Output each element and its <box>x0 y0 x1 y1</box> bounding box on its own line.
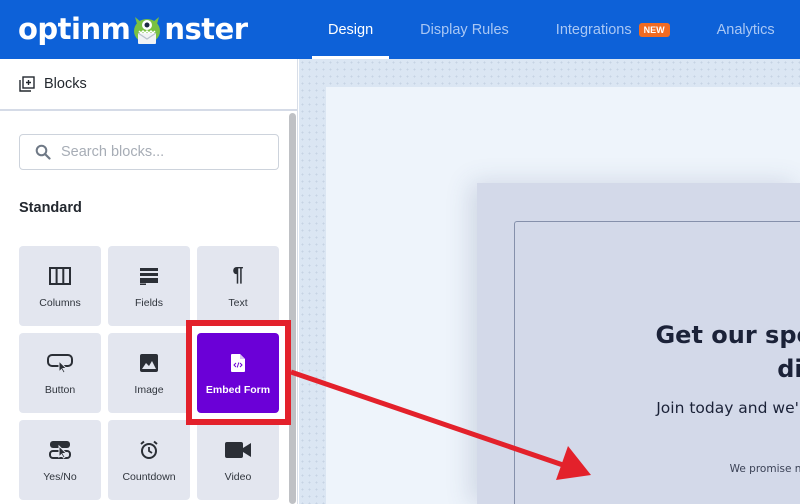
block-video[interactable]: Video <box>197 420 279 500</box>
subtext-line: Join today and we'll send y <box>656 399 800 417</box>
block-text[interactable]: ¶ Text <box>197 246 279 326</box>
tab-analytics[interactable]: Analytics <box>701 0 791 59</box>
block-countdown[interactable]: Countdown <box>108 420 190 500</box>
annotation-highlight-box <box>186 320 291 425</box>
sidebar-scrollbar[interactable] <box>289 113 296 504</box>
monster-mascot-icon <box>131 14 163 44</box>
block-yes-no[interactable]: Yes/No <box>19 420 101 500</box>
search-icon <box>35 144 51 160</box>
block-label: Text <box>228 296 248 309</box>
block-label: Fields <box>134 296 163 309</box>
block-image[interactable]: Image <box>108 333 190 413</box>
logo-text-start: optinm <box>18 12 131 46</box>
popup-fine-print[interactable]: We promise not to use you <box>600 463 800 475</box>
columns-icon <box>49 264 71 288</box>
tab-display-rules[interactable]: Display Rules <box>404 0 525 59</box>
optinmonster-logo[interactable]: optinm nster <box>18 12 248 46</box>
tab-label: Design <box>328 21 374 38</box>
blocks-sidebar: Blocks Standard Columns Fields ¶ Text Bu… <box>0 59 298 504</box>
section-title-standard: Standard <box>19 200 82 216</box>
alarm-clock-icon <box>139 438 159 462</box>
block-label: Button <box>44 383 76 396</box>
logo-text-end: nster <box>164 12 248 46</box>
block-label: Image <box>134 383 164 396</box>
yes-no-icon <box>49 438 71 462</box>
image-icon <box>140 351 158 375</box>
main-tabs: Design Display Rules Integrations NEW Ana… <box>312 0 791 59</box>
block-label: Yes/No <box>43 470 77 483</box>
new-badge: NEW <box>638 22 670 37</box>
video-camera-icon <box>225 438 251 462</box>
headline-line: Get our special o <box>655 321 800 349</box>
block-button[interactable]: Button <box>19 333 101 413</box>
search-blocks-input[interactable] <box>61 144 261 160</box>
pilcrow-icon: ¶ <box>232 264 244 286</box>
add-block-icon <box>19 76 35 92</box>
tab-label: Integrations <box>555 21 632 38</box>
search-box[interactable] <box>19 134 279 170</box>
tab-label: Display Rules <box>420 21 509 38</box>
headline-line: direct to <box>777 355 800 383</box>
popup-headline[interactable]: Get our special o direct to <box>540 318 800 386</box>
tab-design[interactable]: Design <box>312 0 390 59</box>
tab-integrations[interactable]: Integrations NEW <box>540 0 686 59</box>
subtext-line: ne <box>520 420 800 444</box>
popup-subtext[interactable]: Join today and we'll send y ne <box>520 396 800 444</box>
block-label: Countdown <box>122 470 176 483</box>
top-nav-bar: optinm nster Design Display Rules Integr… <box>0 0 800 59</box>
button-cursor-icon <box>47 351 73 375</box>
sidebar-header: Blocks <box>0 59 297 111</box>
fields-icon <box>140 264 158 288</box>
block-label: Video <box>224 470 252 483</box>
sidebar-title: Blocks <box>44 76 87 92</box>
block-fields[interactable]: Fields <box>108 246 190 326</box>
block-columns[interactable]: Columns <box>19 246 101 326</box>
tab-label: Analytics <box>716 21 775 38</box>
block-label: Columns <box>39 296 81 309</box>
